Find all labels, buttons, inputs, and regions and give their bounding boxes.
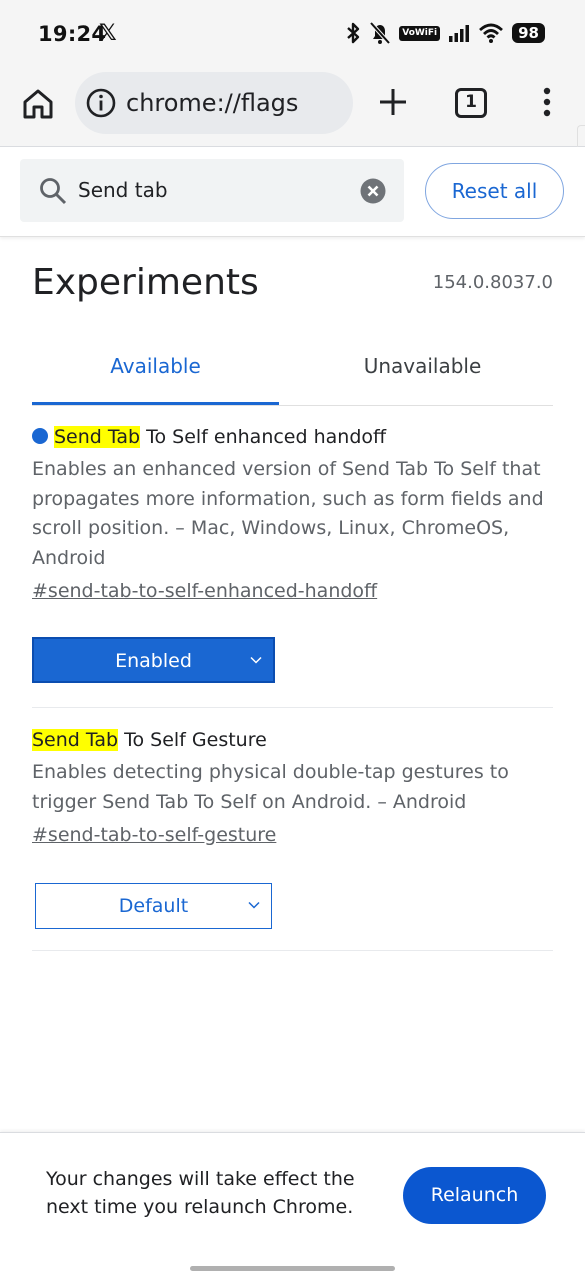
search-box[interactable]	[20, 159, 404, 222]
flag-select-container: Enabled	[32, 637, 553, 687]
reset-all-button[interactable]: Reset all	[425, 163, 564, 219]
flag-link[interactable]: #send-tab-to-self-enhanced-handoff	[32, 575, 553, 607]
vowifi-icon: VoWiFi	[399, 25, 441, 41]
url-text[interactable]: chrome://flags	[126, 89, 298, 117]
gesture-nav-handle[interactable]	[190, 1266, 395, 1271]
tab-available[interactable]: Available	[32, 340, 279, 405]
flag-state-value: Enabled	[115, 650, 192, 672]
relaunch-message: Your changes will take effect the next t…	[46, 1168, 355, 1218]
divider	[32, 707, 553, 708]
bluetooth-icon	[347, 22, 360, 44]
chevron-down-icon	[250, 656, 262, 664]
status-icons: VoWiFi 98	[345, 21, 545, 45]
divider	[32, 950, 553, 951]
flag-item: Send Tab To Self enhanced handoff Enable…	[32, 423, 553, 607]
modified-dot-icon	[32, 428, 48, 444]
plus-icon[interactable]	[375, 84, 411, 120]
flag-state-value: Default	[118, 895, 189, 917]
version-label: 154.0.8037.0	[432, 272, 553, 293]
flag-link[interactable]: #send-tab-to-self-gesture	[32, 819, 553, 851]
tabs-bar: Available Unavailable	[32, 340, 553, 406]
flag-title-text: To Self enhanced handoff	[140, 426, 387, 448]
relaunch-button[interactable]: Relaunch	[403, 1167, 546, 1224]
search-highlight: Send Tab	[54, 426, 141, 448]
bell-off-icon	[369, 21, 391, 45]
flag-description: Enables an enhanced version of Send Tab …	[32, 458, 544, 569]
flag-title: Send Tab To Self Gesture	[32, 726, 553, 754]
x-app-icon: 𝕏	[99, 21, 117, 46]
flag-state-select[interactable]: Enabled	[32, 637, 275, 683]
home-icon[interactable]	[20, 86, 56, 122]
flag-description: Enables detecting physical double-tap ge…	[32, 761, 509, 813]
status-time: 19:24	[38, 22, 107, 46]
browser-toolbar: chrome://flags 1	[0, 70, 585, 146]
search-input[interactable]	[78, 173, 348, 207]
search-icon	[40, 178, 67, 205]
omnibox[interactable]: chrome://flags	[75, 72, 353, 134]
status-bar: 19:24 𝕏 VoWiFi 98	[0, 0, 585, 70]
flag-item: Send Tab To Self Gesture Enables detecti…	[32, 726, 553, 851]
more-vert-icon[interactable]	[530, 84, 564, 120]
battery-icon: 98	[512, 23, 545, 43]
wifi-icon	[479, 23, 504, 43]
flag-title-text: To Self Gesture	[118, 729, 267, 751]
flag-state-select[interactable]: Default	[35, 883, 272, 929]
signal-icon	[449, 25, 470, 42]
chevron-down-icon	[248, 901, 260, 909]
relaunch-bar: Your changes will take effect the next t…	[0, 1132, 585, 1280]
tab-unavailable[interactable]: Unavailable	[292, 340, 553, 405]
flag-select-container: Default	[35, 883, 556, 929]
info-icon[interactable]	[85, 87, 117, 119]
search-highlight: Send Tab	[32, 729, 119, 751]
page-title: Experiments	[32, 262, 259, 303]
clear-search-icon[interactable]	[360, 178, 386, 204]
tab-switcher-button[interactable]: 1	[455, 88, 487, 118]
search-header: Reset all	[0, 147, 585, 237]
flag-title: Send Tab To Self enhanced handoff	[32, 423, 553, 451]
